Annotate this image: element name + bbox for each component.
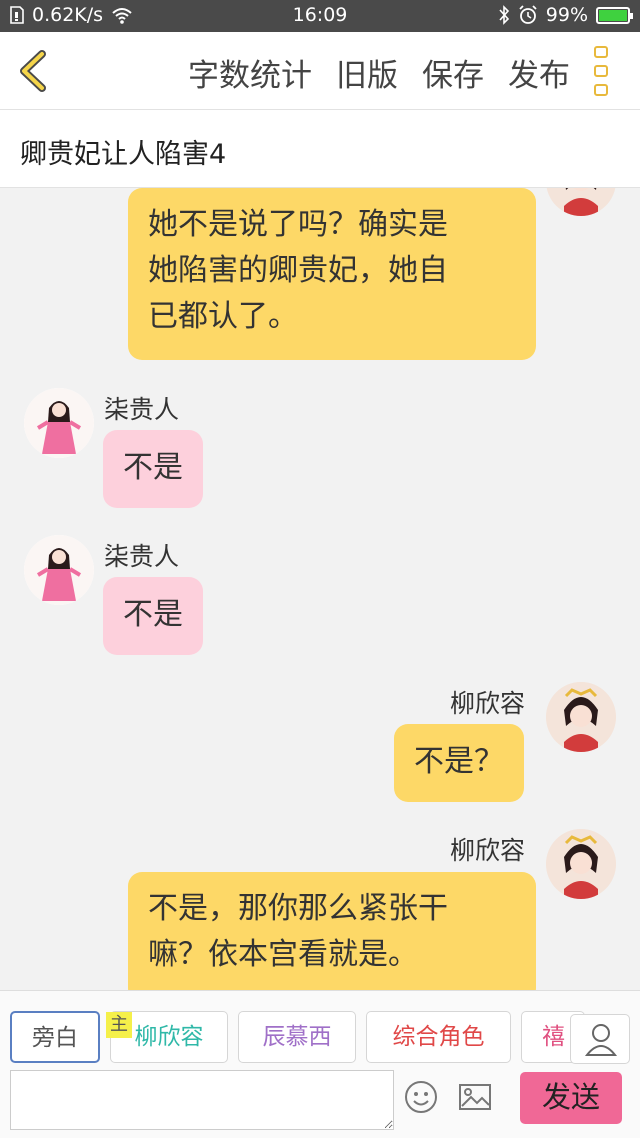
back-arrow-icon[interactable] (12, 46, 54, 96)
role-selector: 旁白 柳欣容 辰慕西 综合角色 禧 (0, 990, 640, 1070)
battery-percent: 99% (545, 4, 588, 26)
message-line: 不是，那你那么紧张干 (148, 891, 448, 926)
composer: 发送 (0, 1070, 640, 1138)
avatar[interactable] (24, 388, 94, 458)
story-title: 卿贵妃让人陷害4 (20, 139, 227, 170)
word-count-button[interactable]: 字数统计 (188, 50, 312, 95)
message-line: 不是？ (414, 744, 504, 779)
avatar-image (546, 682, 616, 752)
sender-name: 柒贵人 (104, 395, 180, 424)
image-icon[interactable] (458, 1082, 492, 1112)
message-line: 她陷害的卿贵妃，她自 (148, 253, 448, 288)
role-tab-narrator[interactable]: 旁白 (10, 1011, 100, 1063)
battery-icon (596, 6, 633, 24)
publish-button[interactable]: 发布 (508, 50, 570, 95)
clock: 16:09 (292, 4, 348, 26)
message-line: 不是 (123, 597, 183, 632)
sender-name: 柳欣容 (450, 689, 526, 718)
battery-fill (599, 9, 627, 21)
avatar-image (24, 535, 94, 605)
role-tab-general[interactable]: 综合角色 (366, 1011, 511, 1063)
message-line: 她不是说了吗？确实是 (148, 207, 448, 242)
chat-area[interactable]: 她不是说了吗？确实是 她陷害的卿贵妃，她自 已都认了。 柒贵人 不是 柒贵人 不… (0, 188, 640, 990)
main-role-badge: 主 (106, 1012, 132, 1038)
message-bubble[interactable]: 她不是说了吗？确实是 她陷害的卿贵妃，她自 已都认了。 (128, 188, 536, 360)
role-tab-chen-muxi[interactable]: 辰慕西 (238, 1011, 356, 1063)
status-bar: 0.62K/s 16:09 99% (0, 0, 640, 32)
avatar-image (24, 388, 94, 458)
avatar[interactable] (546, 682, 616, 752)
message-line: 嘛？依本宫看就是。 (148, 937, 418, 972)
save-button[interactable]: 保存 (422, 50, 484, 95)
menu-dot (594, 65, 608, 77)
emoji-icon[interactable] (404, 1080, 438, 1114)
avatar-image (546, 188, 616, 216)
avatar-image (546, 829, 616, 899)
message-bubble[interactable]: 不是？ (394, 724, 524, 802)
user-icon[interactable] (570, 1014, 630, 1064)
message-bubble[interactable]: 不是 (103, 430, 203, 508)
send-button[interactable]: 发送 (520, 1072, 622, 1124)
message-bubble[interactable]: 不是，那你那么紧张干 嘛？依本宫看就是。 (128, 872, 536, 990)
menu-dots-icon[interactable] (594, 46, 614, 96)
menu-dot (594, 84, 608, 96)
message-line: 不是 (123, 450, 183, 485)
alarm-icon (519, 5, 537, 24)
avatar[interactable] (24, 535, 94, 605)
avatar[interactable] (546, 188, 616, 216)
user-icon-glyph (584, 1024, 618, 1056)
message-line: 已都认了。 (148, 299, 298, 334)
sender-name: 柳欣容 (450, 836, 526, 865)
story-title-bar[interactable]: 卿贵妃让人陷害4 (0, 110, 640, 188)
menu-dot (594, 46, 608, 58)
old-version-button[interactable]: 旧版 (336, 50, 398, 95)
message-input[interactable] (10, 1070, 394, 1130)
editor-header: 字数统计 旧版 保存 发布 (0, 32, 640, 110)
sender-name: 柒贵人 (104, 542, 180, 571)
bluetooth-icon (499, 5, 509, 25)
avatar[interactable] (546, 829, 616, 899)
message-bubble[interactable]: 不是 (103, 577, 203, 655)
